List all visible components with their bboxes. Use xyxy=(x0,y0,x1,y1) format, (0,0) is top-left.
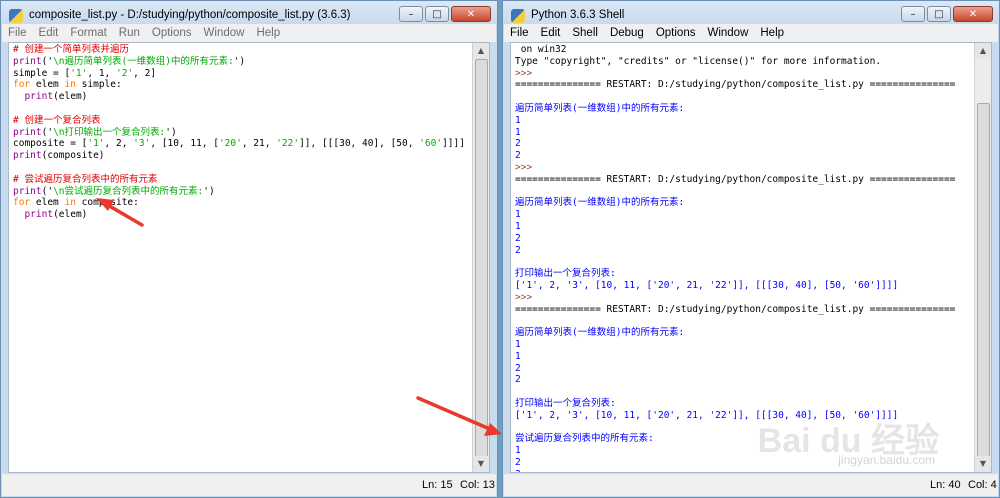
annotation-arrows xyxy=(96,198,502,436)
arrow-to-output-icon xyxy=(416,396,502,436)
arrow-to-code-icon xyxy=(96,198,144,227)
